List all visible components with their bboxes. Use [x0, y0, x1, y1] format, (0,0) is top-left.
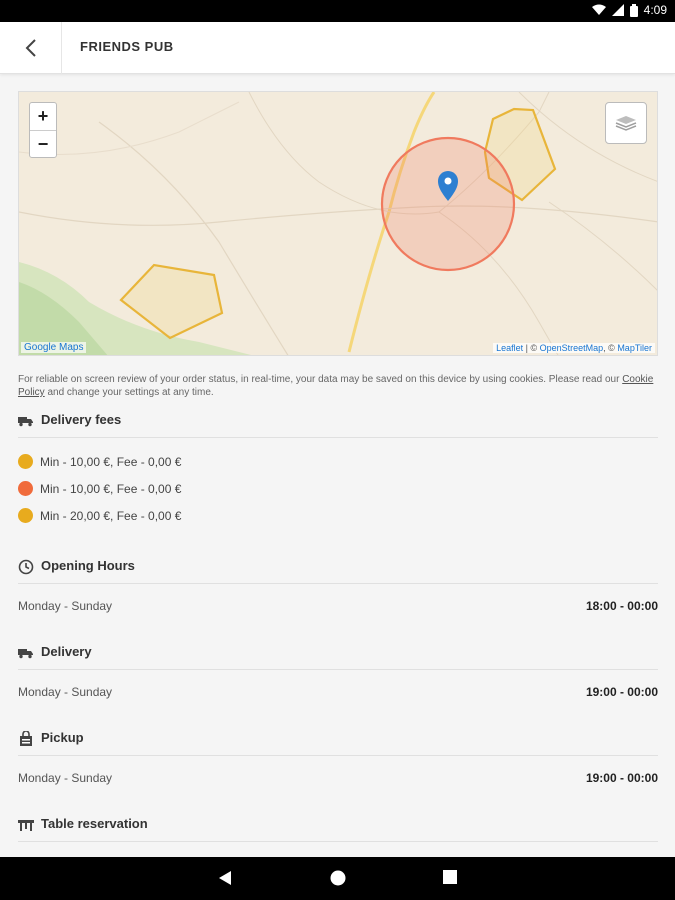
- delivery-title: Delivery: [41, 644, 92, 659]
- layers-button[interactable]: [605, 102, 647, 144]
- cookie-suffix: and change your settings at any time.: [44, 387, 214, 398]
- fee-item: Min - 20,00 €, Fee - 0,00 €: [18, 508, 181, 523]
- wifi-icon: [591, 4, 606, 15]
- status-bar: 4:09: [0, 0, 675, 22]
- pickup-time: 19:00 - 00:00: [585, 771, 658, 785]
- zoom-out-button[interactable]: −: [30, 130, 56, 157]
- clock-icon: [18, 559, 34, 575]
- fee-zone-dot: [18, 454, 33, 469]
- status-time: 4:09: [643, 3, 667, 17]
- pickup-hours-row: Monday - Sunday 19:00 - 00:00: [18, 771, 658, 785]
- fee-item: Min - 10,00 €, Fee - 0,00 €: [18, 454, 181, 469]
- opening-hours-row: Monday - Sunday 18:00 - 00:00: [18, 599, 658, 613]
- opening-hours-title: Opening Hours: [41, 558, 135, 573]
- zoom-control: + −: [29, 102, 57, 158]
- map-attribution: Leaflet | © OpenStreetMap, © MapTiler: [493, 343, 655, 353]
- nav-home-icon[interactable]: [330, 870, 346, 886]
- attrib-sep-1: | ©: [523, 343, 540, 353]
- page-title: FRIENDS PUB: [80, 39, 174, 54]
- map-tiles: [19, 92, 657, 355]
- cookie-text: For reliable on screen review of your or…: [18, 374, 623, 385]
- app-bar: FRIENDS PUB: [0, 22, 675, 74]
- opening-hours-header: Opening Hours: [18, 558, 658, 584]
- system-nav-bar: [0, 857, 675, 900]
- shopping-bag-icon: [18, 731, 34, 747]
- zoom-in-button[interactable]: +: [30, 103, 56, 130]
- pickup-days: Monday - Sunday: [18, 771, 113, 785]
- truck-icon: [18, 413, 34, 429]
- layers-icon: [615, 116, 637, 131]
- cookie-notice: For reliable on screen review of your or…: [18, 373, 658, 399]
- delivery-hours-row: Monday - Sunday 19:00 - 00:00: [18, 685, 658, 699]
- google-maps-link[interactable]: Google Maps: [21, 342, 87, 353]
- delivery-fees-header: Delivery fees: [18, 412, 658, 438]
- osm-link[interactable]: OpenStreetMap: [540, 343, 604, 353]
- fee-label: Min - 10,00 €, Fee - 0,00 €: [40, 454, 182, 469]
- delivery-days: Monday - Sunday: [18, 685, 113, 699]
- opening-time: 18:00 - 00:00: [585, 599, 658, 613]
- nav-recents-icon[interactable]: [443, 870, 457, 884]
- back-arrow-icon: [25, 39, 36, 57]
- pickup-header: Pickup: [18, 730, 658, 756]
- leaflet-link[interactable]: Leaflet: [496, 343, 523, 353]
- nav-back-icon[interactable]: [218, 870, 232, 886]
- maptiler-link[interactable]: MapTiler: [617, 343, 652, 353]
- fee-zone-dot: [18, 481, 33, 496]
- fee-label: Min - 10,00 €, Fee - 0,00 €: [40, 481, 182, 496]
- table-reservation-title: Table reservation: [41, 816, 148, 831]
- attrib-sep-2: , ©: [603, 343, 618, 353]
- fee-item: Min - 10,00 €, Fee - 0,00 €: [18, 481, 181, 496]
- delivery-time: 19:00 - 00:00: [585, 685, 658, 699]
- delivery-map[interactable]: + − Google Maps Leaflet | © OpenStreetMa…: [18, 91, 658, 356]
- signal-icon: [611, 4, 624, 16]
- table-icon: [18, 817, 34, 833]
- delivery-fees-title: Delivery fees: [41, 412, 122, 427]
- back-button[interactable]: [0, 22, 62, 74]
- opening-days: Monday - Sunday: [18, 599, 113, 613]
- delivery-header: Delivery: [18, 644, 658, 670]
- fee-zone-dot: [18, 508, 33, 523]
- pickup-title: Pickup: [41, 730, 84, 745]
- truck-icon: [18, 645, 34, 661]
- table-reservation-header: Table reservation: [18, 816, 658, 842]
- battery-icon: [629, 3, 638, 17]
- fee-label: Min - 20,00 €, Fee - 0,00 €: [40, 508, 182, 523]
